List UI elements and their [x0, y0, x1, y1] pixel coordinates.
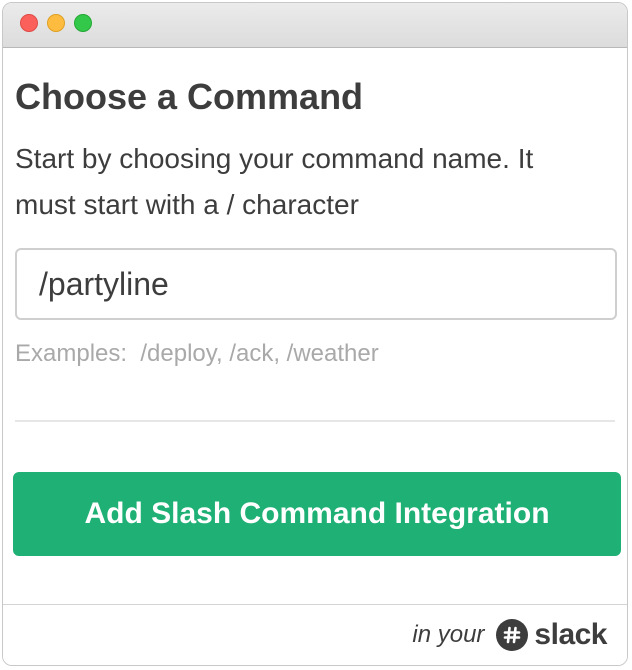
add-slash-command-button[interactable]: Add Slash Command Integration: [13, 472, 621, 556]
slack-branding: in your slack: [412, 617, 607, 653]
maximize-window-button[interactable]: [74, 14, 92, 32]
page-title: Choose a Command: [15, 76, 364, 117]
app-window: Choose a Command Start by choosing your …: [2, 2, 628, 666]
title-bar: [3, 3, 627, 48]
minimize-window-button[interactable]: [47, 14, 65, 32]
main-content: Choose a Command Start by choosing your …: [3, 76, 627, 556]
command-name-input[interactable]: [15, 248, 617, 320]
slack-logo-text: slack: [534, 618, 607, 651]
divider: [15, 420, 615, 422]
footer: in your slack: [3, 604, 627, 665]
instructions-text: Start by choosing your command name. It …: [15, 143, 534, 220]
footer-prefix: in your: [412, 621, 485, 648]
examples-text: Examples: /deploy, /ack, /weather: [15, 340, 379, 367]
close-window-button[interactable]: [20, 14, 38, 32]
slack-hash-icon: [496, 619, 529, 651]
